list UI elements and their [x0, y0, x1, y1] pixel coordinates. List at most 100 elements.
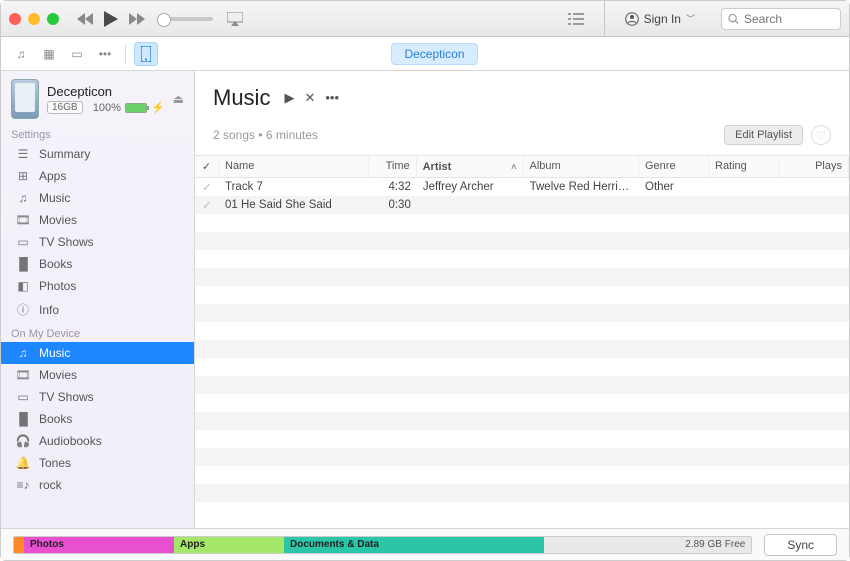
table-header: ✓ Name Time Artist˄ Album Genre Rating P… [195, 155, 849, 178]
page-title: Music [213, 85, 270, 111]
playlist-icon: ≡♪ [15, 478, 31, 492]
row-check-icon[interactable]: ✓ [195, 178, 219, 196]
col-artist[interactable]: Artist˄ [417, 156, 524, 177]
tones-icon: 🔔 [15, 456, 31, 470]
sort-ascending-icon: ˄ [511, 162, 516, 172]
sidebar-item-apps[interactable]: ⊞Apps [1, 165, 194, 187]
summary-icon: ☰ [15, 147, 31, 161]
table-row[interactable]: ✓ Track 7 4:32 Jeffrey Archer Twelve Red… [195, 178, 849, 196]
charging-icon: ⚡ [151, 101, 165, 114]
empty-rows [195, 214, 849, 514]
person-icon [625, 12, 639, 26]
sign-in-button[interactable]: Sign In ﹀ [613, 12, 707, 26]
sidebar-item-device-playlist-rock[interactable]: ≡♪rock [1, 474, 194, 496]
device-name-pill[interactable]: Decepticon [391, 43, 477, 65]
col-time[interactable]: Time [369, 156, 417, 177]
track-rows: ✓ Track 7 4:32 Jeffrey Archer Twelve Red… [195, 178, 849, 528]
sidebar-item-tvshows[interactable]: ▭TV Shows [1, 231, 194, 253]
battery-icon [125, 103, 147, 113]
info-icon: ⓘ [15, 301, 31, 318]
tv-icon: ▭ [15, 235, 31, 249]
tv-tab-icon[interactable]: ▭ [65, 42, 89, 66]
photos-icon: ◧ [15, 279, 31, 293]
sidebar-item-photos[interactable]: ◧Photos [1, 275, 194, 297]
sidebar-item-device-music[interactable]: ♫Music [1, 342, 194, 364]
usage-seg-apps: Apps [174, 537, 284, 553]
divider [604, 1, 605, 37]
col-plays[interactable]: Plays [779, 156, 849, 177]
table-row[interactable]: ✓ 01 He Said She Said 0:30 [195, 196, 849, 214]
volume-slider[interactable] [157, 17, 213, 21]
sign-in-label: Sign In [644, 12, 681, 26]
eject-button[interactable]: ⏏ [173, 92, 184, 106]
col-genre[interactable]: Genre [639, 156, 709, 177]
device-name-label: Decepticon [47, 84, 165, 99]
battery-percent: 100% [93, 102, 121, 114]
sidebar-item-device-movies[interactable]: 🎞Movies [1, 364, 194, 386]
search-input[interactable] [744, 12, 834, 26]
movies-icon: 🎞 [15, 368, 31, 382]
music-icon: ♫ [15, 191, 31, 205]
tv-icon: ▭ [15, 390, 31, 404]
sidebar-item-music[interactable]: ♫Music [1, 187, 194, 209]
storage-usage-bar: Photos Apps Documents & Data 2.89 GB Fre… [13, 536, 752, 554]
books-icon: ▐▌ [15, 412, 31, 426]
sidebar-item-device-audiobooks[interactable]: 🎧Audiobooks [1, 430, 194, 452]
movies-tab-icon[interactable]: ▦ [37, 42, 61, 66]
list-view-icon[interactable] [564, 7, 588, 31]
transport-controls [73, 7, 149, 31]
window-controls [9, 13, 59, 25]
on-device-section-title: On My Device [1, 322, 194, 342]
sidebar-item-device-tvshows[interactable]: ▭TV Shows [1, 386, 194, 408]
edit-playlist-button[interactable]: Edit Playlist [724, 125, 803, 145]
love-button[interactable]: ♡ [811, 125, 831, 145]
search-field[interactable] [721, 8, 841, 30]
usage-seg-docs: Documents & Data [284, 537, 544, 553]
sidebar-item-movies[interactable]: 🎞Movies [1, 209, 194, 231]
sidebar: Decepticon 16GB 100% ⚡ ⏏ Settings ☰Summa… [1, 71, 195, 528]
sidebar-item-summary[interactable]: ☰Summary [1, 143, 194, 165]
row-check-icon[interactable]: ✓ [195, 196, 219, 214]
col-rating[interactable]: Rating [709, 156, 779, 177]
bottom-bar: Photos Apps Documents & Data 2.89 GB Fre… [1, 528, 849, 560]
apps-icon: ⊞ [15, 169, 31, 183]
play-button[interactable] [99, 7, 123, 31]
main-area: Decepticon 16GB 100% ⚡ ⏏ Settings ☰Summa… [1, 71, 849, 528]
sidebar-item-books[interactable]: ▐▌Books [1, 253, 194, 275]
titlebar: Sign In ﹀ [1, 1, 849, 37]
usage-seg-other [14, 537, 24, 553]
more-tab-icon[interactable]: ••• [93, 42, 117, 66]
previous-track-button[interactable] [73, 7, 97, 31]
search-icon [728, 13, 739, 25]
books-icon: ▐▌ [15, 257, 31, 271]
sidebar-item-info[interactable]: ⓘInfo [1, 297, 194, 322]
play-all-button[interactable]: ▶ [284, 90, 294, 106]
usage-seg-photos: Photos [24, 537, 174, 553]
content-pane: Music ▶ ✕ ••• 2 songs • 6 minutes Edit P… [195, 71, 849, 528]
settings-section-title: Settings [1, 123, 194, 143]
device-header: Decepticon 16GB 100% ⚡ ⏏ [1, 71, 194, 123]
device-tab-icon[interactable] [134, 42, 158, 66]
close-button[interactable] [9, 13, 21, 25]
divider [125, 44, 126, 64]
capacity-badge: 16GB [47, 101, 83, 114]
col-album[interactable]: Album [524, 156, 639, 177]
airplay-icon[interactable] [223, 7, 247, 31]
col-check[interactable]: ✓ [195, 156, 219, 177]
minimize-button[interactable] [28, 13, 40, 25]
music-icon: ♫ [15, 346, 31, 360]
sidebar-item-device-books[interactable]: ▐▌Books [1, 408, 194, 430]
sync-button[interactable]: Sync [764, 534, 837, 556]
next-track-button[interactable] [125, 7, 149, 31]
sidebar-item-device-tones[interactable]: 🔔Tones [1, 452, 194, 474]
chevron-down-icon: ﹀ [686, 12, 695, 25]
music-tab-icon[interactable]: ♫ [9, 42, 33, 66]
audiobooks-icon: 🎧 [15, 434, 31, 448]
more-options-button[interactable]: ••• [325, 90, 339, 106]
list-header: Music ▶ ✕ ••• [195, 71, 849, 117]
shuffle-button[interactable]: ✕ [304, 90, 315, 106]
zoom-button[interactable] [47, 13, 59, 25]
movies-icon: 🎞 [15, 213, 31, 227]
col-name[interactable]: Name [219, 156, 369, 177]
usage-seg-free: 2.89 GB Free [544, 537, 751, 553]
